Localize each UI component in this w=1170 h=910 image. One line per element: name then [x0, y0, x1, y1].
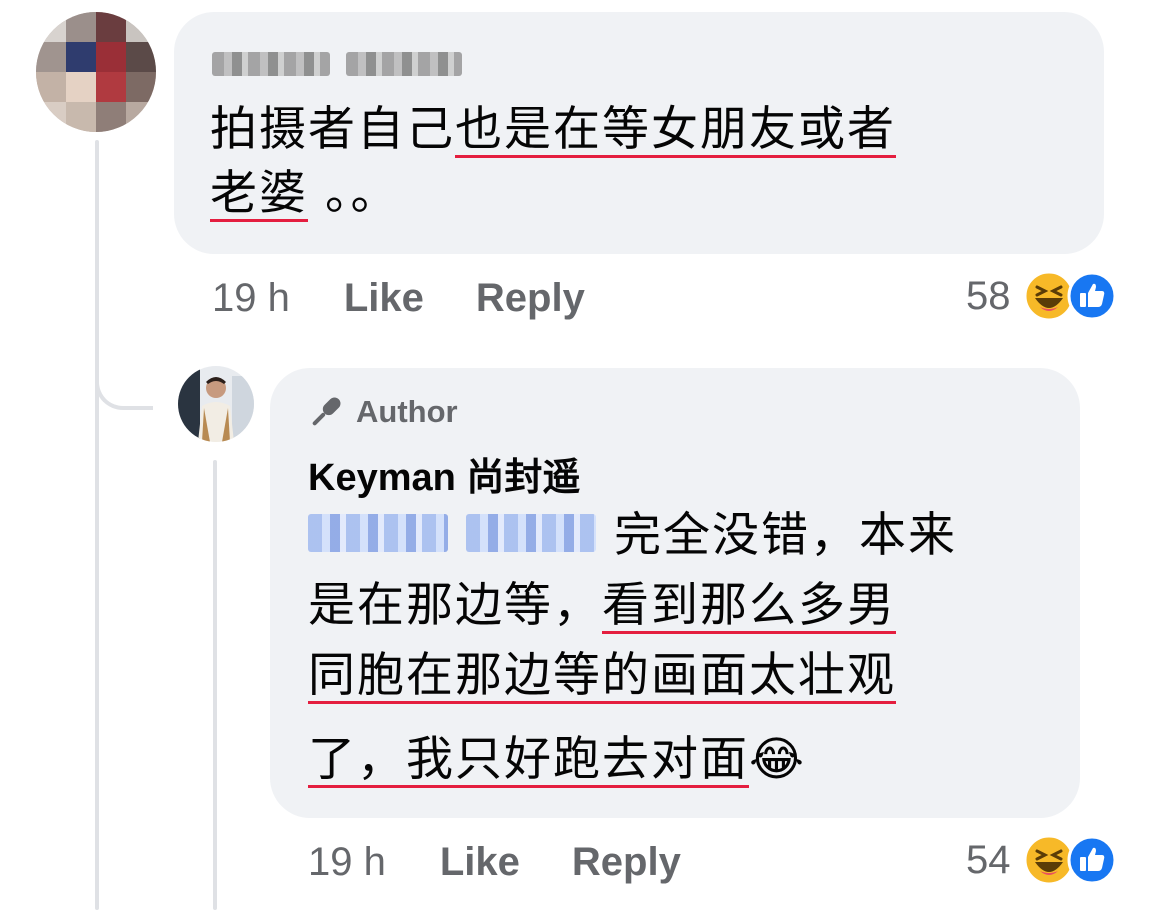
like-icon — [1067, 271, 1116, 321]
commenter-avatar[interactable] — [36, 12, 156, 132]
like-button[interactable]: Like — [344, 276, 424, 321]
reply-like-button[interactable]: Like — [440, 840, 520, 885]
reaction-count: 58 — [966, 273, 1011, 318]
reply-text-line-1: 完全没错，本来 — [614, 508, 957, 563]
reply-author-name[interactable]: Keyman 尚封遥 — [308, 446, 580, 501]
author-badge: Author — [306, 392, 458, 432]
reply-thread-line — [213, 460, 217, 910]
reply-timestamp[interactable]: 19 h — [308, 840, 386, 885]
reply-text-line-4: 了，我只好跑去对面😂 — [308, 732, 806, 787]
comment-bubble: 拍摄者自己也是在等女朋友或者 老婆 。。 — [174, 12, 1104, 254]
comment-text-line-1: 拍摄者自己也是在等女朋友或者 — [210, 102, 896, 157]
microphone-icon — [312, 397, 341, 426]
reply-reply-button[interactable]: Reply — [572, 840, 681, 885]
thread-line — [95, 140, 99, 910]
reply-reaction-summary[interactable]: 54 — [966, 832, 1117, 888]
reply-author-avatar[interactable] — [178, 366, 254, 442]
reply-actions: 19 h Like Reply — [308, 836, 681, 888]
mentioned-user-blurred-2[interactable] — [466, 514, 596, 552]
comment-timestamp[interactable]: 19 h — [212, 276, 290, 321]
thread-connector — [95, 300, 153, 410]
reply-text-line-2: 是在那边等，看到那么多男 — [308, 578, 896, 633]
reply-reaction-count: 54 — [966, 837, 1011, 882]
author-badge-label: Author — [356, 394, 458, 429]
comment-actions: 19 h Like Reply — [212, 272, 585, 324]
reaction-summary[interactable]: 58 — [966, 268, 1117, 324]
reply-button[interactable]: Reply — [476, 276, 585, 321]
crying-laughing-emoji: 😂 — [749, 732, 806, 787]
commenter-name-blurred[interactable] — [212, 52, 330, 76]
reply-text-line-3: 同胞在那边等的画面太壮观 — [308, 648, 896, 703]
like-icon — [1067, 835, 1116, 885]
comment-text-line-2: 老婆 。。 — [210, 166, 400, 221]
commenter-name-blurred-2[interactable] — [346, 52, 462, 76]
mentioned-user-blurred[interactable] — [308, 514, 448, 552]
